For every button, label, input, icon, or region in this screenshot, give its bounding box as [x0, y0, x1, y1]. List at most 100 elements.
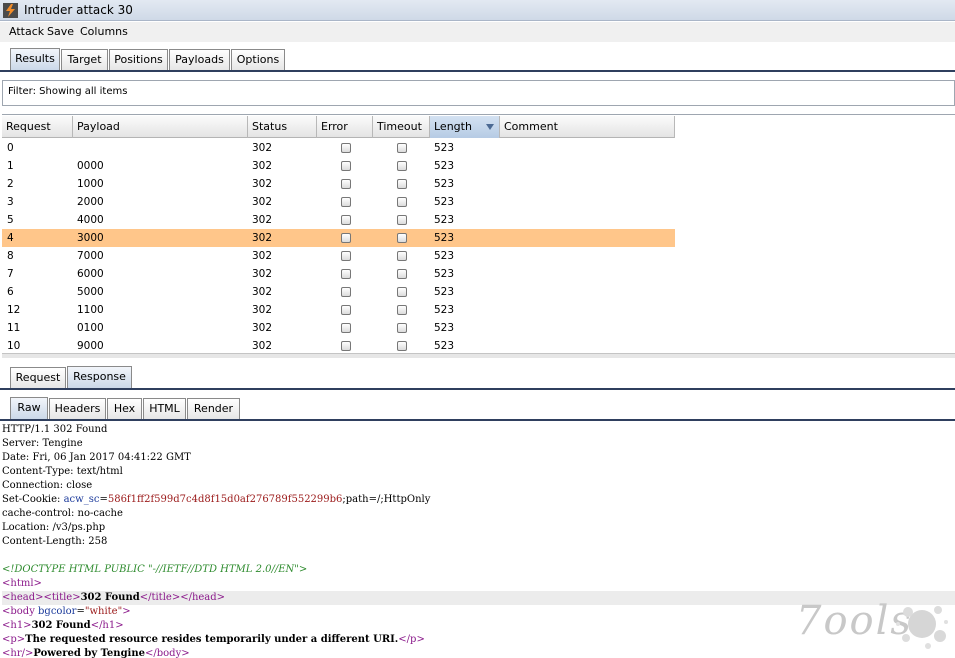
cell-request: 5 — [7, 214, 14, 226]
table-row[interactable]: 1 0000 302 523 — [2, 157, 675, 175]
table-row[interactable]: 12 1100 302 523 — [2, 301, 675, 319]
column-error[interactable]: Error — [317, 116, 373, 138]
cell-length: 523 — [434, 340, 455, 352]
response-header-cache-control: cache-control: no-cache — [2, 508, 123, 519]
tab-request[interactable]: Request — [10, 367, 66, 388]
cell-request: 8 — [7, 250, 14, 262]
table-row[interactable]: 3 2000 302 523 — [2, 193, 675, 211]
head-open-tag: <head> — [2, 592, 44, 603]
cell-request: 10 — [7, 340, 21, 352]
window-title: Intruder attack 30 — [24, 3, 133, 17]
table-row[interactable]: 4 3000 302 523 — [2, 229, 675, 247]
cell-request: 4 — [7, 232, 14, 244]
cell-payload: 5000 — [77, 286, 104, 298]
cell-length: 523 — [434, 142, 455, 154]
checkbox-timeout — [397, 323, 407, 333]
cookie-suffix: ;path=/;HttpOnly — [342, 494, 431, 505]
head-close-tag: </head> — [180, 592, 226, 603]
cell-payload: 4000 — [77, 214, 104, 226]
cell-length: 523 — [434, 268, 455, 280]
column-payload[interactable]: Payload — [73, 116, 248, 138]
h1-close-tag: </h1> — [90, 620, 124, 631]
response-header-set-cookie: Set-Cookie: acw_sc=586f1ff2f599d7c4d8f15… — [2, 493, 955, 507]
table-header: Request Payload Status Error Timeout Len… — [2, 116, 675, 138]
column-length-label: Length — [434, 120, 472, 133]
column-request[interactable]: Request — [2, 116, 73, 138]
tab-raw[interactable]: Raw — [10, 397, 48, 420]
cell-payload: 0000 — [77, 160, 104, 172]
cell-status: 302 — [252, 232, 273, 244]
html-open-tag: <html> — [2, 578, 42, 589]
tab-positions[interactable]: Positions — [109, 49, 168, 70]
menu-columns[interactable]: Columns — [80, 25, 128, 38]
cell-status: 302 — [252, 178, 273, 190]
column-timeout[interactable]: Timeout — [373, 116, 430, 138]
response-header-server: Server: Tengine — [2, 438, 83, 449]
tab-render[interactable]: Render — [187, 398, 240, 419]
tab-headers[interactable]: Headers — [49, 398, 106, 419]
cookie-name: acw_sc — [63, 494, 100, 505]
cell-payload: 7000 — [77, 250, 104, 262]
cell-status: 302 — [252, 322, 273, 334]
checkbox-error — [341, 161, 351, 171]
title-open-tag: <title> — [43, 592, 81, 603]
cell-request: 6 — [7, 286, 14, 298]
cell-status: 302 — [252, 286, 273, 298]
cell-status: 302 — [252, 196, 273, 208]
tab-response[interactable]: Response — [67, 366, 132, 389]
checkbox-timeout — [397, 251, 407, 261]
table-row[interactable]: 6 5000 302 523 — [2, 283, 675, 301]
checkbox-error — [341, 143, 351, 153]
checkbox-error — [341, 287, 351, 297]
cell-request: 7 — [7, 268, 14, 280]
cell-payload: 3000 — [77, 232, 104, 244]
body-attr-name: bgcolor — [38, 606, 77, 617]
main-tabs: Results Target Positions Payloads Option… — [0, 46, 955, 71]
body-open-start: <body — [2, 606, 39, 617]
message-tabs: Request Response — [0, 364, 955, 389]
response-status-line: HTTP/1.1 302 Found — [2, 424, 108, 435]
tab-target[interactable]: Target — [61, 49, 108, 70]
p-close-tag: </p> — [398, 634, 425, 645]
tab-results[interactable]: Results — [10, 48, 60, 71]
table-row[interactable]: 7 6000 302 523 — [2, 265, 675, 283]
checkbox-timeout — [397, 287, 407, 297]
tab-html[interactable]: HTML — [143, 398, 186, 419]
cell-request: 11 — [7, 322, 21, 334]
cell-status: 302 — [252, 214, 273, 226]
filter-bar[interactable]: Filter: Showing all items — [2, 80, 955, 106]
checkbox-error — [341, 305, 351, 315]
checkbox-error — [341, 251, 351, 261]
menu-attack[interactable]: Attack — [9, 25, 44, 38]
column-comment[interactable]: Comment — [500, 116, 675, 138]
checkbox-timeout — [397, 215, 407, 225]
tab-divider — [0, 70, 955, 72]
response-header-date: Date: Fri, 06 Jan 2017 04:41:22 GMT — [2, 452, 191, 463]
table-row[interactable]: 0 302 523 — [2, 139, 675, 157]
cell-payload: 1100 — [77, 304, 104, 316]
tab-payloads[interactable]: Payloads — [169, 49, 230, 70]
cell-status: 302 — [252, 304, 273, 316]
filter-text: Filter: Showing all items — [8, 86, 128, 97]
html-open-line: <html> — [2, 577, 955, 591]
title-close-tag: </title> — [139, 592, 181, 603]
checkbox-error — [341, 197, 351, 207]
table-row[interactable]: 11 0100 302 523 — [2, 319, 675, 337]
table-row[interactable]: 8 7000 302 523 — [2, 247, 675, 265]
menu-save[interactable]: Save — [47, 25, 74, 38]
checkbox-timeout — [397, 143, 407, 153]
response-header-connection: Connection: close — [2, 480, 93, 491]
table-scrollbar[interactable] — [2, 353, 955, 358]
html-doctype: <!DOCTYPE HTML PUBLIC "-//IETF//DTD HTML… — [2, 564, 308, 575]
checkbox-timeout — [397, 161, 407, 171]
tab-hex[interactable]: Hex — [107, 398, 142, 419]
cell-payload: 2000 — [77, 196, 104, 208]
column-status[interactable]: Status — [248, 116, 317, 138]
table-row[interactable]: 2 1000 302 523 — [2, 175, 675, 193]
tab-options[interactable]: Options — [231, 49, 285, 70]
cell-payload: 6000 — [77, 268, 104, 280]
column-length[interactable]: Length — [430, 116, 500, 138]
checkbox-timeout — [397, 269, 407, 279]
table-row[interactable]: 5 4000 302 523 — [2, 211, 675, 229]
hr-tag: <hr/> — [2, 648, 34, 658]
